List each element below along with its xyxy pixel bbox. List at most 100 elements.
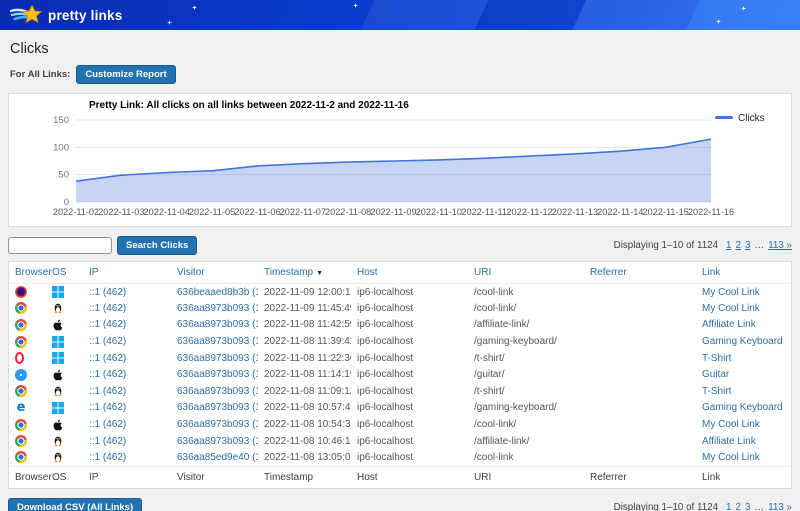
link-link[interactable]: My Cool Link	[702, 452, 760, 463]
host-text: ip6-localhost	[357, 436, 413, 447]
ip-link[interactable]: ::1 (462)	[89, 353, 126, 364]
visitor-link[interactable]: 636aa8973b093 (1)	[177, 336, 258, 347]
column-header-referrer[interactable]: Referrer	[590, 267, 627, 278]
visitor-link[interactable]: 636aa85ed9e40 (1)	[177, 452, 258, 463]
linux-icon	[52, 302, 64, 314]
chart-x-axis: 2022-11-022022-11-032022-11-042022-11-05…	[53, 207, 734, 217]
column-header-link[interactable]: Link	[702, 267, 720, 278]
ip-link[interactable]: ::1 (462)	[89, 419, 126, 430]
uri-text: /t-shirt/	[474, 353, 505, 364]
page-title: Clicks	[10, 41, 792, 57]
link-link[interactable]: My Cool Link	[702, 303, 760, 314]
page-link-2[interactable]: 2	[736, 502, 741, 511]
link-link[interactable]: Gaming Keyboard	[702, 402, 783, 413]
sort-desc-icon: ▼	[316, 270, 323, 277]
column-header-host[interactable]: Host	[357, 267, 378, 278]
column-header-referrer: Referrer	[590, 472, 627, 483]
host-text: ip6-localhost	[357, 369, 413, 380]
visitor-link[interactable]: 636aa8973b093 (1)	[177, 402, 258, 413]
uri-text: /cool-link/	[474, 419, 516, 430]
visitor-link[interactable]: 636aa8973b093 (1)	[177, 369, 258, 380]
page-link-2[interactable]: 2	[736, 240, 741, 251]
opera-icon	[15, 352, 24, 364]
visitor-link[interactable]: 636aa8973b093 (1)	[177, 386, 258, 397]
last-page-link[interactable]: 113 »	[768, 502, 792, 511]
x-tick-label: 2022-11-11	[461, 207, 507, 217]
column-header-timestamp: Timestamp	[264, 472, 313, 483]
timestamp-text: 2022-11-08 10:46:19	[264, 436, 351, 447]
column-header-os[interactable]: OS	[52, 267, 66, 278]
link-link[interactable]: Gaming Keyboard	[702, 336, 783, 347]
visitor-link[interactable]: 636aa8973b093 (1)	[177, 303, 258, 314]
visitor-link[interactable]: 636aa8973b093 (1)	[177, 419, 258, 430]
edge-icon: e	[15, 402, 27, 414]
link-link[interactable]: Affiliate Link	[702, 319, 756, 330]
host-text: ip6-localhost	[357, 287, 413, 298]
ip-link[interactable]: ::1 (462)	[89, 287, 126, 298]
visitor-link[interactable]: 636aa8973b093 (1)	[177, 353, 258, 364]
ip-link[interactable]: ::1 (462)	[89, 436, 126, 447]
column-header-os: OS	[52, 472, 66, 483]
host-text: ip6-localhost	[357, 419, 413, 430]
ip-link[interactable]: ::1 (462)	[89, 402, 126, 413]
ip-link[interactable]: ::1 (462)	[89, 319, 126, 330]
search-clicks-button[interactable]: Search Clicks	[117, 236, 197, 255]
firefox-icon	[15, 286, 27, 298]
ip-link[interactable]: ::1 (462)	[89, 336, 126, 347]
column-header-host: Host	[357, 472, 378, 483]
page-link-3[interactable]: 3	[745, 502, 750, 511]
x-tick-label: 2022-11-09	[370, 207, 416, 217]
sparkle-icon	[741, 6, 746, 11]
table-row: ::1 (462)636aa8973b093 (1)2022-11-08 11:…	[9, 350, 791, 367]
timestamp-text: 2022-11-08 10:54:35	[264, 419, 351, 430]
visitor-link[interactable]: 636aa8973b093 (1)	[177, 436, 258, 447]
download-csv-button[interactable]: Download CSV (All Links)	[8, 498, 142, 511]
x-tick-label: 2022-11-02	[53, 207, 99, 217]
x-tick-label: 2022-11-06	[234, 207, 280, 217]
visitor-link[interactable]: 636beaaed8b3b (1)	[177, 287, 258, 298]
column-header-visitor: Visitor	[177, 472, 205, 483]
column-header-ip[interactable]: IP	[89, 267, 98, 278]
link-link[interactable]: T-Shirt	[702, 353, 731, 364]
column-header-browser[interactable]: Browser	[15, 267, 52, 278]
page-link-1[interactable]: 1	[726, 240, 731, 251]
link-link[interactable]: My Cool Link	[702, 419, 760, 430]
windows-icon	[52, 352, 64, 364]
chrome-icon	[15, 435, 27, 447]
column-header-visitor[interactable]: Visitor	[177, 267, 205, 278]
timestamp-text: 2022-11-08 11:39:42	[264, 336, 351, 347]
page-link-3[interactable]: 3	[745, 240, 750, 251]
sparkle-icon	[353, 3, 358, 8]
customize-report-button[interactable]: Customize Report	[76, 65, 175, 84]
clicks-area-chart: 0501001502022-11-022022-11-032022-11-042…	[9, 94, 791, 226]
table-row: ::1 (462) 636aa8973b093 (1) 2022-11-08 10:…	[9, 433, 791, 450]
ip-link[interactable]: ::1 (462)	[89, 452, 126, 463]
column-header-timestamp[interactable]: Timestamp	[264, 267, 313, 278]
search-input[interactable]	[8, 237, 112, 254]
table-row: ::1 (462) 636aa8973b093 (1) 2022-11-09 11:…	[9, 300, 791, 317]
timestamp-text: 2022-11-08 13:05:03	[264, 452, 351, 463]
table-row: ::1 (462)636aa8973b093 (1)2022-11-08 11:…	[9, 317, 791, 334]
link-link[interactable]: T-Shirt	[702, 386, 731, 397]
link-link[interactable]: Guitar	[702, 369, 729, 380]
column-header-link: Link	[702, 472, 720, 483]
timestamp-text: 2022-11-09 11:45:49	[264, 303, 351, 314]
page-link-1[interactable]: 1	[726, 502, 731, 511]
link-link[interactable]: My Cool Link	[702, 287, 760, 298]
apple-icon	[52, 319, 64, 331]
last-page-link[interactable]: 113 »	[768, 240, 792, 251]
table-row: ::1 (462) 636aa85ed9e40 (1) 2022-11-08 13:…	[9, 449, 791, 466]
apple-icon	[52, 419, 64, 431]
pretty-links-logo[interactable]: pretty links	[10, 4, 122, 26]
ip-link[interactable]: ::1 (462)	[89, 369, 126, 380]
x-tick-label: 2022-11-14	[597, 207, 643, 217]
visitor-link[interactable]: 636aa8973b093 (1)	[177, 319, 258, 330]
uri-text: /cool-link/	[474, 303, 516, 314]
timestamp-text: 2022-11-08 11:14:19	[264, 369, 351, 380]
ip-link[interactable]: ::1 (462)	[89, 303, 126, 314]
pretty-links-logo-icon	[10, 4, 44, 26]
table-row: ::1 (462) 636aa8973b093 (1) 2022-11-08 11:…	[9, 333, 791, 350]
ip-link[interactable]: ::1 (462)	[89, 386, 126, 397]
link-link[interactable]: Affiliate Link	[702, 436, 756, 447]
column-header-uri[interactable]: URI	[474, 267, 491, 278]
